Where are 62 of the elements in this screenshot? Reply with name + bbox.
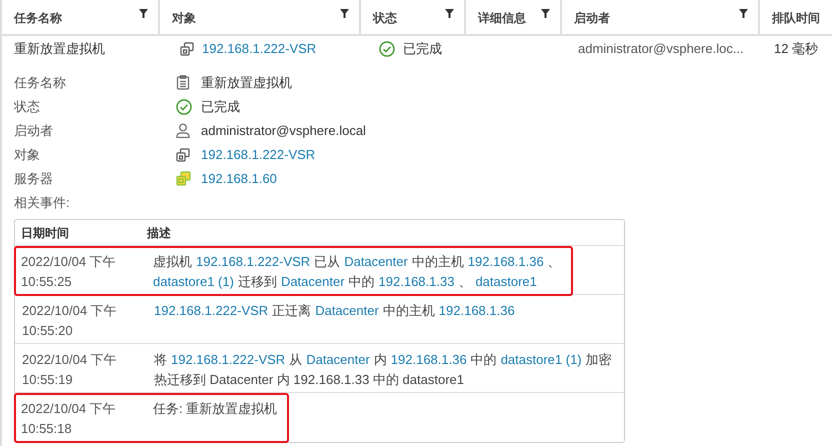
- event-text: 中的: [348, 273, 375, 291]
- table-cell-text: 重新放置虚拟机: [14, 40, 105, 58]
- table-cell-text: administrator@vsphere.loc...: [578, 40, 744, 58]
- event-link[interactable]: 192.168.1.222-VSR: [154, 301, 268, 321]
- column-header: 日期时间: [20, 224, 70, 242]
- event-link[interactable]: 192.168.1.33: [378, 272, 454, 292]
- event-link[interactable]: datastore1: [475, 272, 537, 292]
- time-text: 10:55:18: [21, 420, 73, 438]
- field-value: administrator@vsphere.local: [201, 122, 366, 140]
- event-text: 迁移到: [238, 273, 277, 291]
- time-text: 10:55:25: [21, 273, 73, 291]
- event-text: 热迁移到 Datacenter 内 192.168.1.33 中的 datastore1: [154, 371, 464, 389]
- column-header[interactable]: 启动者: [562, 0, 760, 34]
- field-value: 重新放置虚拟机: [201, 74, 292, 92]
- event-text: 任务: 重新放置虚拟机: [153, 400, 278, 418]
- object-link[interactable]: 192.168.1.222-VSR: [202, 39, 316, 59]
- event-text: 加密: [586, 351, 612, 369]
- event-text: 正迁离: [272, 302, 312, 320]
- date-text: 2022/10/04 下午: [21, 400, 117, 418]
- time-text: 10:55:19: [22, 371, 74, 389]
- column-header[interactable]: 详细信息: [466, 0, 562, 34]
- table-cell-text: 12 毫秒: [774, 40, 818, 58]
- event-link[interactable]: 192.168.1.222-VSR: [171, 350, 286, 370]
- event-link[interactable]: datastore1 (1): [500, 350, 582, 370]
- value-link[interactable]: 192.168.1.60: [201, 168, 277, 188]
- field-label: 对象: [14, 146, 41, 164]
- event-link[interactable]: 192.168.1.36: [468, 252, 544, 272]
- event-text: 将: [154, 351, 167, 369]
- column-header: 描述: [147, 224, 171, 242]
- event-text: 、: [458, 273, 472, 291]
- value-link[interactable]: 192.168.1.222-VSR: [201, 144, 316, 164]
- event-link[interactable]: Datacenter: [280, 272, 345, 292]
- event-text: 从: [289, 351, 302, 369]
- column-header[interactable]: 状态: [361, 0, 466, 34]
- event-text: 中的: [470, 351, 497, 369]
- date-text: 2022/10/04 下午: [22, 351, 118, 369]
- event-text: 内: [374, 351, 387, 369]
- event-link[interactable]: Datacenter: [315, 301, 379, 321]
- column-header[interactable]: 任务名称: [2, 0, 160, 34]
- event-link[interactable]: Datacenter: [344, 252, 408, 272]
- column-header[interactable]: 排队时间: [760, 0, 832, 34]
- date-text: 2022/10/04 下午: [22, 302, 118, 320]
- event-link[interactable]: 192.168.1.222-VSR: [196, 252, 310, 272]
- time-text: 10:55:20: [22, 322, 74, 340]
- event-text: 、: [548, 253, 561, 271]
- event-text: 中的主机: [382, 302, 435, 320]
- field-value: 已完成: [201, 98, 240, 116]
- event-link[interactable]: 192.168.1.36: [438, 301, 515, 321]
- event-text: 中的主机: [412, 253, 464, 271]
- status-text: 已完成: [403, 40, 442, 58]
- event-link[interactable]: datastore1 (1): [153, 272, 234, 292]
- field-label: 任务名称: [14, 74, 67, 92]
- column-header[interactable]: 对象: [160, 0, 361, 34]
- event-text: 已从: [314, 253, 340, 271]
- field-label: 状态: [14, 98, 41, 116]
- event-link[interactable]: 192.168.1.36: [390, 350, 467, 370]
- field-label: 启动者: [14, 122, 54, 140]
- event-link[interactable]: Datacenter: [306, 350, 370, 370]
- field-label: 服务器: [14, 170, 54, 188]
- event-text: 虚拟机: [153, 253, 192, 271]
- date-text: 2022/10/04 下午: [21, 253, 117, 271]
- section-label: 相关事件:: [14, 194, 70, 212]
